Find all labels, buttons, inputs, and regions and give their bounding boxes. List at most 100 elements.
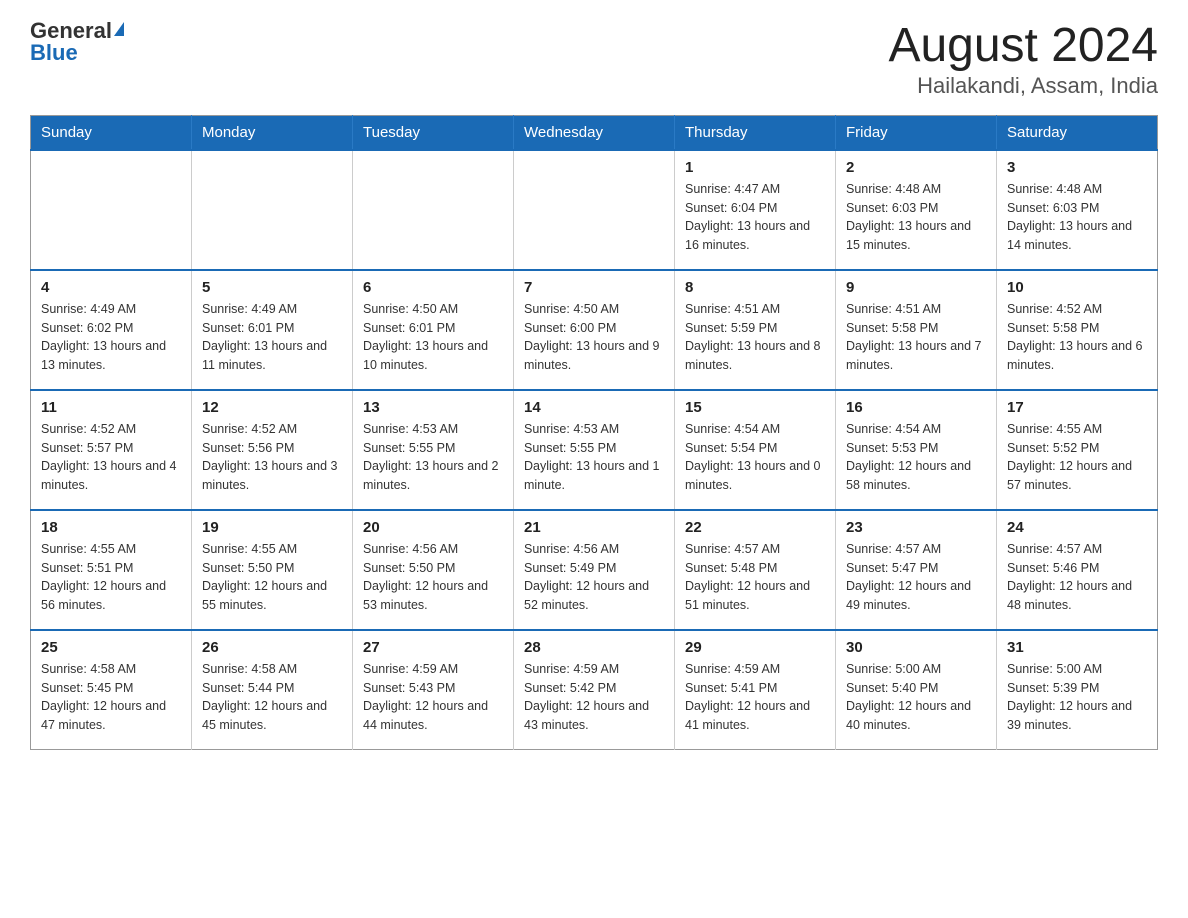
- calendar-week-row: 11 Sunrise: 4:52 AMSunset: 5:57 PMDayligh…: [31, 390, 1158, 510]
- day-number: 6: [363, 279, 503, 296]
- day-info: Sunrise: 4:58 AMSunset: 5:45 PMDaylight:…: [41, 660, 181, 735]
- day-info: Sunrise: 4:56 AMSunset: 5:49 PMDaylight:…: [524, 540, 664, 615]
- day-info: Sunrise: 4:48 AMSunset: 6:03 PMDaylight:…: [846, 180, 986, 255]
- day-info: Sunrise: 4:59 AMSunset: 5:43 PMDaylight:…: [363, 660, 503, 735]
- header-thursday: Thursday: [675, 115, 836, 150]
- day-info: Sunrise: 5:00 AMSunset: 5:39 PMDaylight:…: [1007, 660, 1147, 735]
- calendar-cell: 19Sunrise: 4:55 AMSunset: 5:50 PMDayligh…: [192, 510, 353, 630]
- calendar-cell: 2 Sunrise: 4:48 AMSunset: 6:03 PMDaylight…: [836, 150, 997, 270]
- calendar-cell: 3 Sunrise: 4:48 AMSunset: 6:03 PMDaylight…: [997, 150, 1158, 270]
- day-number: 18: [41, 519, 181, 536]
- day-info: Sunrise: 4:54 AMSunset: 5:53 PMDaylight:…: [846, 420, 986, 495]
- day-number: 7: [524, 279, 664, 296]
- header-sunday: Sunday: [31, 115, 192, 150]
- day-number: 16: [846, 399, 986, 416]
- day-info: Sunrise: 4:52 AMSunset: 5:58 PMDaylight:…: [1007, 300, 1147, 375]
- calendar-cell: 20Sunrise: 4:56 AMSunset: 5:50 PMDayligh…: [353, 510, 514, 630]
- day-info: Sunrise: 4:47 AMSunset: 6:04 PMDaylight:…: [685, 180, 825, 255]
- logo-triangle-icon: [114, 22, 124, 36]
- day-number: 31: [1007, 639, 1147, 656]
- day-info: Sunrise: 4:48 AMSunset: 6:03 PMDaylight:…: [1007, 180, 1147, 255]
- calendar-cell: [353, 150, 514, 270]
- day-info: Sunrise: 4:49 AMSunset: 6:02 PMDaylight:…: [41, 300, 181, 375]
- calendar-cell: 9 Sunrise: 4:51 AMSunset: 5:58 PMDaylight…: [836, 270, 997, 390]
- calendar-cell: 17 Sunrise: 4:55 AMSunset: 5:52 PMDayligh…: [997, 390, 1158, 510]
- header-wednesday: Wednesday: [514, 115, 675, 150]
- day-info: Sunrise: 4:57 AMSunset: 5:46 PMDaylight:…: [1007, 540, 1147, 615]
- calendar-cell: 12 Sunrise: 4:52 AMSunset: 5:56 PMDayligh…: [192, 390, 353, 510]
- calendar-cell: 7 Sunrise: 4:50 AMSunset: 6:00 PMDaylight…: [514, 270, 675, 390]
- day-number: 29: [685, 639, 825, 656]
- day-number: 17: [1007, 399, 1147, 416]
- calendar-cell: 28 Sunrise: 4:59 AMSunset: 5:42 PMDayligh…: [514, 630, 675, 750]
- day-info: Sunrise: 4:55 AMSunset: 5:51 PMDaylight:…: [41, 540, 181, 615]
- day-number: 30: [846, 639, 986, 656]
- calendar-week-row: 25 Sunrise: 4:58 AMSunset: 5:45 PMDayligh…: [31, 630, 1158, 750]
- calendar-cell: 23Sunrise: 4:57 AMSunset: 5:47 PMDayligh…: [836, 510, 997, 630]
- day-number: 11: [41, 399, 181, 416]
- day-number: 28: [524, 639, 664, 656]
- day-info: Sunrise: 4:54 AMSunset: 5:54 PMDaylight:…: [685, 420, 825, 495]
- calendar-cell: 4Sunrise: 4:49 AMSunset: 6:02 PMDaylight…: [31, 270, 192, 390]
- page-header: General Blue August 2024 Hailakandi, Ass…: [30, 20, 1158, 99]
- calendar-cell: 26 Sunrise: 4:58 AMSunset: 5:44 PMDayligh…: [192, 630, 353, 750]
- day-number: 3: [1007, 159, 1147, 176]
- calendar-header-row: Sunday Monday Tuesday Wednesday Thursday…: [31, 115, 1158, 150]
- day-info: Sunrise: 4:50 AMSunset: 6:00 PMDaylight:…: [524, 300, 664, 375]
- day-number: 15: [685, 399, 825, 416]
- day-info: Sunrise: 4:59 AMSunset: 5:42 PMDaylight:…: [524, 660, 664, 735]
- calendar-cell: 14Sunrise: 4:53 AMSunset: 5:55 PMDayligh…: [514, 390, 675, 510]
- day-info: Sunrise: 4:55 AMSunset: 5:52 PMDaylight:…: [1007, 420, 1147, 495]
- header-monday: Monday: [192, 115, 353, 150]
- day-number: 26: [202, 639, 342, 656]
- day-number: 22: [685, 519, 825, 536]
- calendar-cell: 16 Sunrise: 4:54 AMSunset: 5:53 PMDayligh…: [836, 390, 997, 510]
- day-number: 9: [846, 279, 986, 296]
- calendar-cell: 6 Sunrise: 4:50 AMSunset: 6:01 PMDaylight…: [353, 270, 514, 390]
- day-info: Sunrise: 4:58 AMSunset: 5:44 PMDaylight:…: [202, 660, 342, 735]
- day-number: 21: [524, 519, 664, 536]
- calendar-cell: 29 Sunrise: 4:59 AMSunset: 5:41 PMDayligh…: [675, 630, 836, 750]
- day-number: 12: [202, 399, 342, 416]
- calendar-cell: 5 Sunrise: 4:49 AMSunset: 6:01 PMDaylight…: [192, 270, 353, 390]
- day-number: 24: [1007, 519, 1147, 536]
- calendar-week-row: 4Sunrise: 4:49 AMSunset: 6:02 PMDaylight…: [31, 270, 1158, 390]
- calendar-table: Sunday Monday Tuesday Wednesday Thursday…: [30, 115, 1158, 751]
- day-info: Sunrise: 4:56 AMSunset: 5:50 PMDaylight:…: [363, 540, 503, 615]
- day-number: 10: [1007, 279, 1147, 296]
- day-number: 27: [363, 639, 503, 656]
- calendar-title: August 2024: [888, 20, 1158, 73]
- logo: General Blue: [30, 20, 124, 64]
- calendar-cell: 21 Sunrise: 4:56 AMSunset: 5:49 PMDayligh…: [514, 510, 675, 630]
- day-number: 25: [41, 639, 181, 656]
- day-number: 5: [202, 279, 342, 296]
- title-section: August 2024 Hailakandi, Assam, India: [888, 20, 1158, 99]
- calendar-cell: 1 Sunrise: 4:47 AMSunset: 6:04 PMDaylight…: [675, 150, 836, 270]
- day-info: Sunrise: 4:59 AMSunset: 5:41 PMDaylight:…: [685, 660, 825, 735]
- calendar-cell: 13 Sunrise: 4:53 AMSunset: 5:55 PMDayligh…: [353, 390, 514, 510]
- day-info: Sunrise: 4:51 AMSunset: 5:59 PMDaylight:…: [685, 300, 825, 375]
- day-number: 2: [846, 159, 986, 176]
- calendar-cell: 27 Sunrise: 4:59 AMSunset: 5:43 PMDayligh…: [353, 630, 514, 750]
- day-info: Sunrise: 4:52 AMSunset: 5:57 PMDaylight:…: [41, 420, 181, 495]
- calendar-cell: 10 Sunrise: 4:52 AMSunset: 5:58 PMDayligh…: [997, 270, 1158, 390]
- calendar-cell: 25 Sunrise: 4:58 AMSunset: 5:45 PMDayligh…: [31, 630, 192, 750]
- day-info: Sunrise: 4:53 AMSunset: 5:55 PMDaylight:…: [363, 420, 503, 495]
- day-number: 13: [363, 399, 503, 416]
- day-info: Sunrise: 4:52 AMSunset: 5:56 PMDaylight:…: [202, 420, 342, 495]
- calendar-week-row: 18 Sunrise: 4:55 AMSunset: 5:51 PMDayligh…: [31, 510, 1158, 630]
- day-number: 1: [685, 159, 825, 176]
- calendar-cell: 11 Sunrise: 4:52 AMSunset: 5:57 PMDayligh…: [31, 390, 192, 510]
- calendar-cell: [31, 150, 192, 270]
- day-info: Sunrise: 4:49 AMSunset: 6:01 PMDaylight:…: [202, 300, 342, 375]
- day-info: Sunrise: 4:50 AMSunset: 6:01 PMDaylight:…: [363, 300, 503, 375]
- calendar-cell: [514, 150, 675, 270]
- day-info: Sunrise: 4:57 AMSunset: 5:48 PMDaylight:…: [685, 540, 825, 615]
- day-info: Sunrise: 4:51 AMSunset: 5:58 PMDaylight:…: [846, 300, 986, 375]
- calendar-cell: 18 Sunrise: 4:55 AMSunset: 5:51 PMDayligh…: [31, 510, 192, 630]
- calendar-cell: 24 Sunrise: 4:57 AMSunset: 5:46 PMDayligh…: [997, 510, 1158, 630]
- logo-blue-text: Blue: [30, 42, 78, 64]
- calendar-cell: 30Sunrise: 5:00 AMSunset: 5:40 PMDayligh…: [836, 630, 997, 750]
- calendar-cell: 31 Sunrise: 5:00 AMSunset: 5:39 PMDayligh…: [997, 630, 1158, 750]
- day-number: 8: [685, 279, 825, 296]
